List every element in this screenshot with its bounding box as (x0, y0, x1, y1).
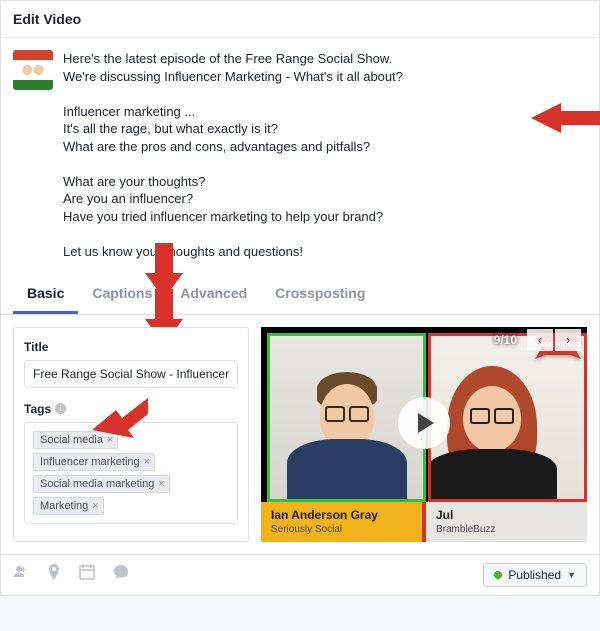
message-icon[interactable] (113, 564, 129, 585)
tag-chip[interactable]: Marketing× (33, 497, 104, 515)
status-label: Published (508, 568, 561, 582)
location-icon[interactable] (47, 564, 61, 585)
tag-remove-icon[interactable]: × (158, 478, 164, 490)
tag-remove-icon[interactable]: × (92, 500, 98, 512)
person-org: Seriously Social (271, 524, 422, 535)
play-button[interactable] (398, 397, 450, 449)
chevron-down-icon: ▼ (567, 570, 576, 580)
modal-footer: Published ▼ (1, 554, 599, 595)
title-input[interactable] (24, 360, 238, 388)
tag-chip[interactable]: Influencer marketing× (33, 453, 155, 471)
modal-title: Edit Video (1, 1, 599, 38)
name-cell-left: Ian Anderson Gray Seriously Social (261, 502, 422, 542)
schedule-icon[interactable] (79, 564, 95, 585)
post-composer: Here's the latest episode of the Free Ra… (1, 38, 599, 273)
person-org: BrambleBuzz (436, 524, 587, 535)
info-icon[interactable]: i (55, 403, 66, 414)
person-name: Jul (436, 508, 587, 522)
tabs: Basic Captions Advanced Crossposting (1, 273, 599, 315)
name-strip: Ian Anderson Gray Seriously Social Jul B… (261, 502, 587, 542)
tag-remove-icon[interactable]: × (144, 456, 150, 468)
preview-nav: ‹ › (527, 329, 581, 351)
page-avatar[interactable] (13, 50, 53, 90)
title-label-text: Title (24, 340, 48, 354)
next-slide-button[interactable]: › (555, 329, 581, 351)
title-label: Title (24, 340, 238, 354)
tag-chip[interactable]: Social media marketing× (33, 475, 170, 493)
editor-body: Title Tags i Social media× Influencer ma… (1, 315, 599, 554)
annotation-arrow-post (531, 98, 600, 138)
tab-basic[interactable]: Basic (13, 273, 78, 314)
video-preview: 9/10 ‹ › FREE RANGE Ian Anderson Gray (261, 327, 587, 542)
basic-settings-panel: Title Tags i Social media× Influencer ma… (13, 327, 249, 542)
tags-label-text: Tags (24, 402, 51, 416)
annotation-arrow-tags (92, 396, 148, 440)
publish-status-dropdown[interactable]: Published ▼ (483, 563, 587, 587)
slide-index: 9/10 (494, 333, 517, 347)
edit-video-modal: Edit Video Here's the latest episode of … (0, 0, 600, 596)
post-text[interactable]: Here's the latest episode of the Free Ra… (63, 50, 587, 261)
tag-people-icon[interactable] (13, 564, 29, 585)
person-name: Ian Anderson Gray (271, 508, 422, 522)
status-dot-icon (494, 571, 502, 579)
prev-slide-button[interactable]: ‹ (527, 329, 553, 351)
name-cell-right: Jul BrambleBuzz (422, 502, 587, 542)
tab-crossposting[interactable]: Crossposting (261, 273, 379, 314)
